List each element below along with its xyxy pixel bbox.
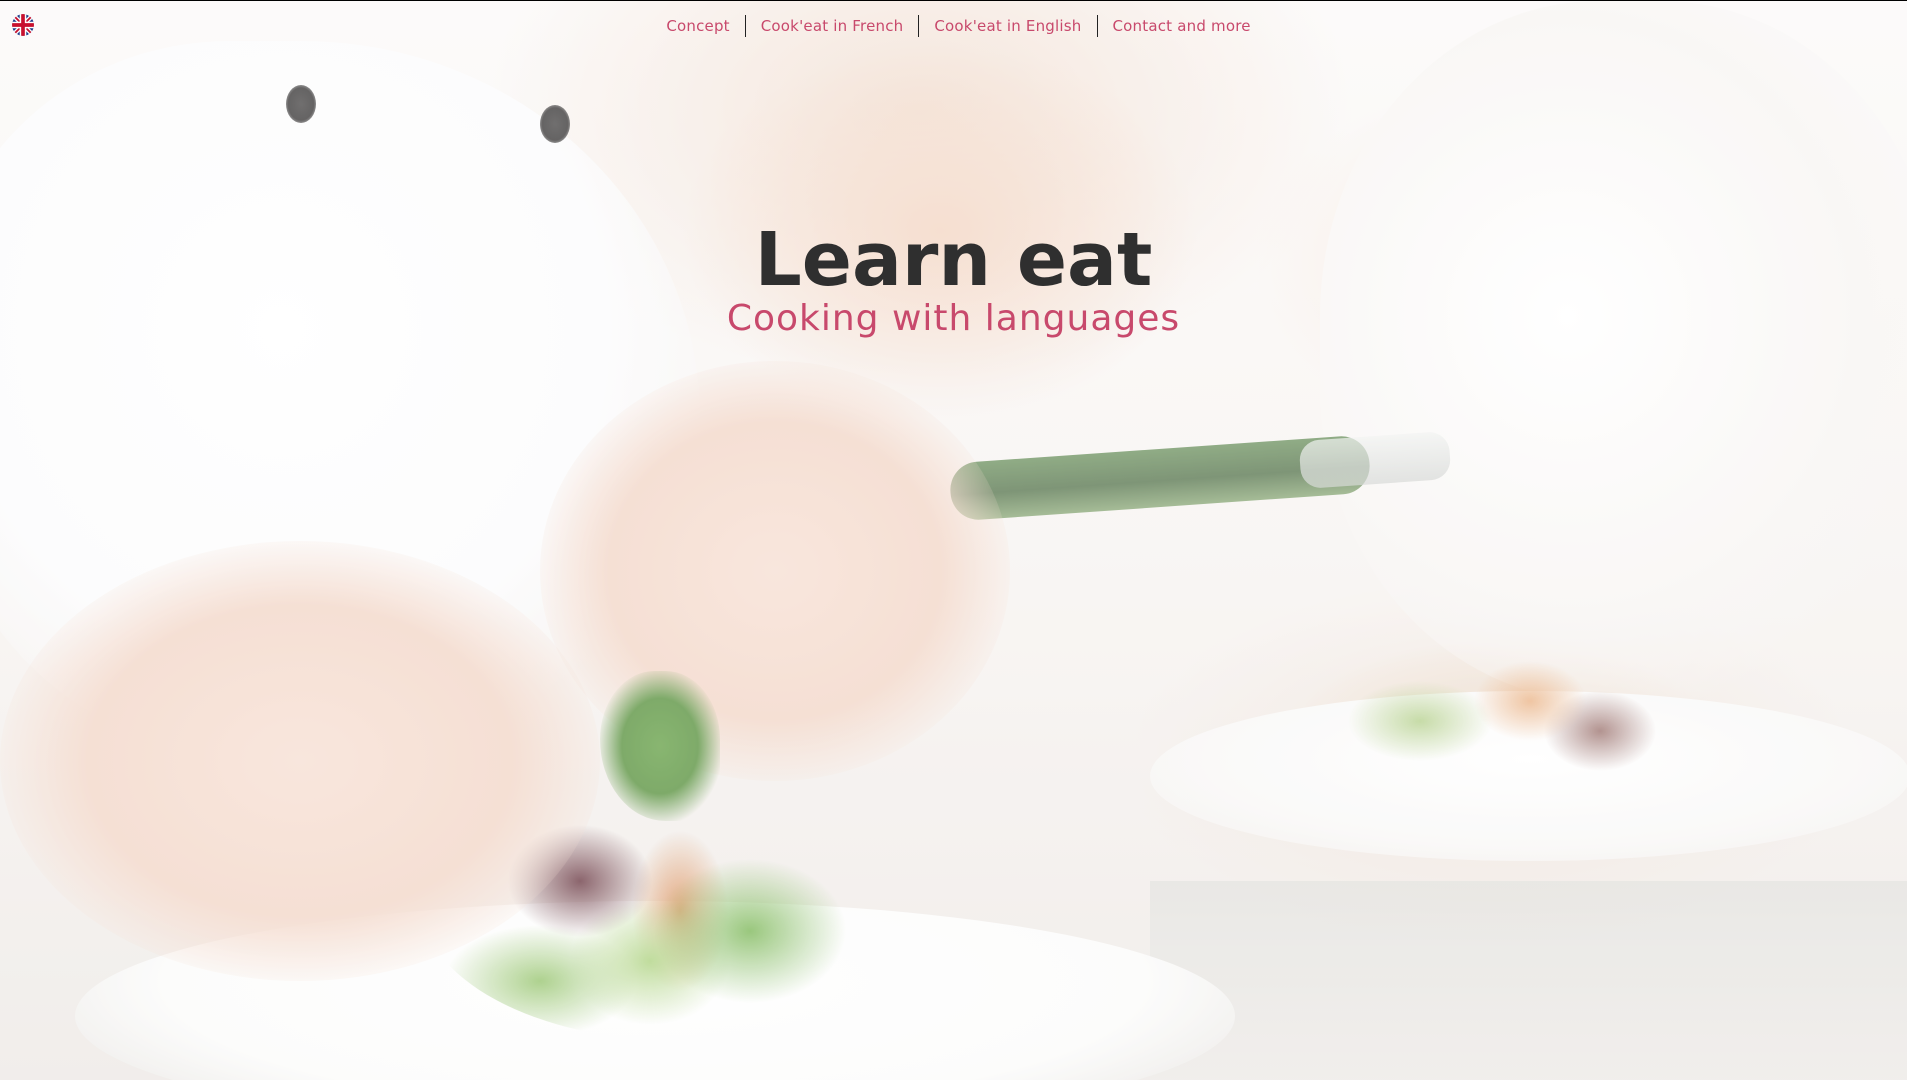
nav-links: Concept Cook'eat in French Cook'eat in E… [651, 15, 1265, 37]
landing-page: Concept Cook'eat in French Cook'eat in E… [0, 0, 1907, 1080]
nav-link-concept[interactable]: Concept [651, 17, 744, 35]
hero-background-image [0, 1, 1907, 1080]
hero-title: Learn eat [754, 217, 1153, 303]
nav-link-cookeat-english[interactable]: Cook'eat in English [919, 17, 1096, 35]
image-wash-overlay [0, 1, 1907, 1080]
nav-link-cookeat-french[interactable]: Cook'eat in French [746, 17, 919, 35]
nav-link-contact[interactable]: Contact and more [1098, 17, 1266, 35]
hero-subtitle: Cooking with languages [726, 298, 1181, 339]
top-navigation: Concept Cook'eat in French Cook'eat in E… [0, 1, 1907, 51]
